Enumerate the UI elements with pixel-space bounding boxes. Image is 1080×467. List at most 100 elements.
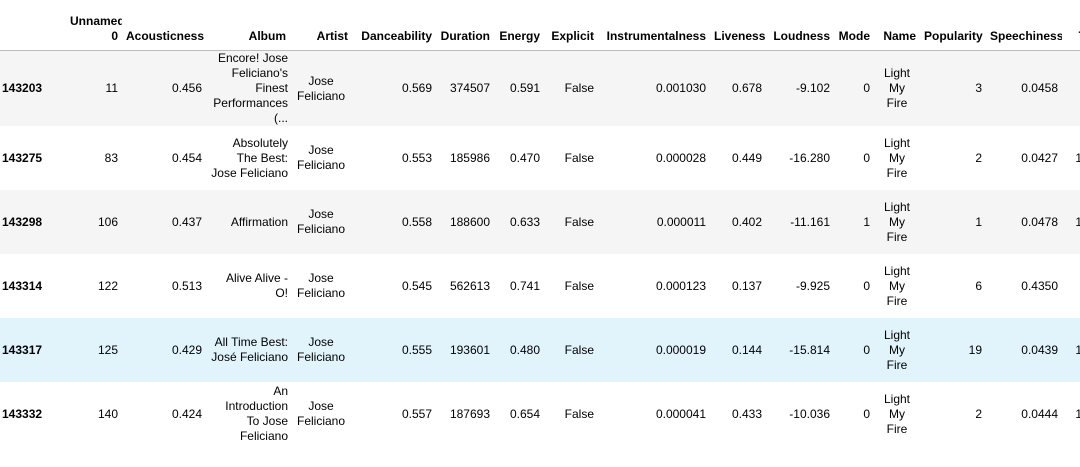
duration-header: Duration	[440, 29, 490, 43]
mode-header: Mode	[838, 29, 870, 43]
duration-cell: 193601	[449, 342, 490, 357]
unnamed-0-cell: 125	[97, 342, 118, 357]
loudness-cell: -9.102	[795, 81, 830, 95]
explicit-cell: False	[564, 406, 594, 421]
liveness-cell: 0.144	[731, 342, 762, 357]
t-cell: 1(	[1075, 150, 1080, 165]
table-row: 143314 122 0.513 Alive Alive - O! Jose Felic…	[0, 254, 1080, 318]
speechiness-header: Speechiness	[990, 29, 1062, 43]
album-cell: Encore! Jose Feliciano's Finest Performa…	[213, 51, 288, 125]
duration-cell: 185986	[449, 150, 490, 165]
liveness-cell: 0.433	[731, 406, 762, 421]
t-header: T	[1062, 0, 1080, 51]
album-cell: An Introduction To Jose Feliciano	[225, 384, 288, 443]
liveness-cell: 0.402	[731, 214, 762, 229]
album-cell: All Time Best: José Feliciano	[211, 335, 288, 364]
loudness-cell: -10.036	[789, 406, 830, 421]
artist-cell: Jose Feliciano	[296, 335, 346, 364]
speechiness-cell: 0.0427	[1021, 150, 1058, 165]
explicit-cell: False	[564, 81, 594, 95]
loudness-cell: -16.280	[789, 150, 830, 165]
album-cell: Absolutely The Best: Jose Feliciano	[211, 135, 288, 180]
popularity-cell: 6	[975, 278, 982, 293]
row-index: 143332	[2, 406, 43, 421]
danceability-cell: 0.555	[401, 342, 432, 357]
loudness-cell: -9.925	[795, 278, 830, 293]
danceability-cell: 0.557	[401, 406, 432, 421]
artist-cell: Jose Feliciano	[296, 143, 346, 172]
liveness-header: Liveness	[714, 29, 766, 43]
popularity-cell: 2	[975, 150, 982, 165]
popularity-cell: 19	[968, 342, 982, 357]
row-index: 143275	[2, 150, 43, 165]
danceability-cell: 0.545	[401, 278, 432, 293]
instrumentalness-header: Instrumentalness	[606, 29, 706, 43]
duration-cell: 562613	[449, 278, 490, 293]
row-index: 143314	[2, 278, 43, 293]
speechiness-cell: 0.0444	[1021, 406, 1058, 421]
instrumentalness-cell: 0.000041	[655, 406, 706, 421]
album-cell: Affirmation	[230, 214, 288, 229]
album-header: Album	[248, 29, 286, 43]
danceability-cell: 0.553	[401, 150, 432, 165]
danceability-cell: 0.569	[401, 81, 432, 95]
artist-header: Artist	[316, 29, 348, 43]
explicit-header: Explicit	[551, 29, 594, 43]
popularity-header: Popularity	[924, 29, 983, 43]
header-row: Unnamed: 0 Acousticness Album Artist Danceab…	[0, 0, 1080, 51]
duration-cell: 374507	[449, 81, 490, 95]
duration-cell: 187693	[449, 406, 490, 421]
row-index: 143298	[2, 214, 43, 229]
popularity-cell: 3	[975, 81, 982, 95]
album-cell: Alive Alive - O!	[225, 271, 288, 300]
danceability-cell: 0.558	[401, 214, 432, 229]
table-row: 143275 83 0.454 Absolutely The Best: Jose F…	[0, 126, 1080, 190]
index-header	[0, 0, 66, 51]
duration-cell: 188600	[449, 214, 490, 229]
acousticness-cell: 0.454	[171, 150, 202, 165]
name-cell: Light My Fire	[883, 327, 911, 372]
name-cell: Light My Fire	[883, 135, 911, 180]
loudness-header: Loudness	[773, 29, 830, 43]
mode-cell: 0	[863, 342, 870, 357]
energy-cell: 0.654	[509, 406, 540, 421]
instrumentalness-cell: 0.000123	[655, 278, 706, 293]
artist-cell: Jose Feliciano	[296, 73, 346, 103]
speechiness-cell: 0.0478	[1021, 214, 1058, 229]
mode-cell: 0	[863, 406, 870, 421]
unnamed-0-cell: 106	[97, 214, 118, 229]
artist-cell: Jose Feliciano	[296, 271, 346, 300]
energy-cell: 0.741	[509, 278, 540, 293]
acousticness-header: Acousticness	[126, 29, 205, 43]
energy-cell: 0.591	[509, 81, 540, 95]
name-cell: Light My Fire	[883, 199, 911, 244]
instrumentalness-cell: 0.000028	[655, 150, 706, 165]
mode-cell: 0	[863, 278, 870, 293]
dataframe-table: Unnamed: 0 Acousticness Album Artist Danceab…	[0, 0, 1080, 446]
liveness-cell: 0.449	[731, 150, 762, 165]
speechiness-cell: 0.0458	[1021, 81, 1058, 95]
energy-cell: 0.633	[509, 214, 540, 229]
mode-cell: 0	[863, 81, 870, 95]
name-cell: Light My Fire	[883, 391, 911, 436]
row-index: 143203	[2, 81, 43, 95]
mode-cell: 0	[863, 150, 870, 165]
unnamed-0-cell: 11	[105, 81, 118, 95]
table-row: 143332 140 0.424 An Introduction To Jose Fe…	[0, 382, 1080, 446]
loudness-cell: -11.161	[790, 214, 830, 229]
t-cell: 1(	[1075, 406, 1080, 421]
t-cell: 1	[1062, 254, 1080, 318]
table-row: 143203 11 0.456 Encore! Jose Feliciano's Fi…	[0, 50, 1080, 126]
table-body: 143203 11 0.456 Encore! Jose Feliciano's Fi…	[0, 50, 1080, 446]
popularity-cell: 1	[975, 214, 982, 229]
unnamed-0-cell: 83	[104, 150, 118, 165]
mode-cell: 1	[863, 214, 870, 229]
row-index: 143317	[2, 342, 43, 357]
energy-header: Energy	[499, 29, 540, 43]
liveness-cell: 0.678	[731, 81, 762, 95]
acousticness-cell: 0.513	[171, 278, 202, 293]
explicit-cell: False	[564, 150, 594, 165]
speechiness-cell: 0.0439	[1021, 342, 1058, 357]
instrumentalness-cell: 0.000019	[655, 342, 706, 357]
dataframe-output: Unnamed: 0 Acousticness Album Artist Danceab…	[0, 0, 1080, 467]
